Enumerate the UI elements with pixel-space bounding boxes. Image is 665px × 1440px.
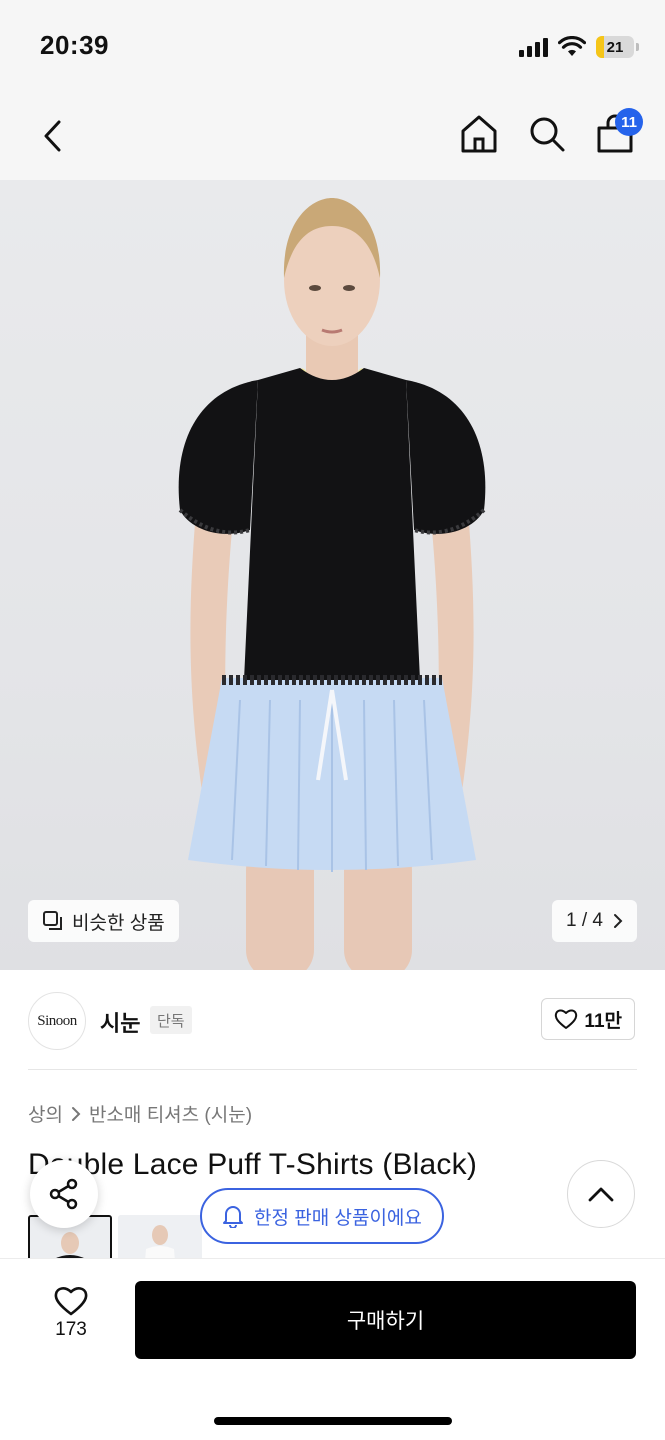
- battery-icon: 21: [596, 36, 634, 58]
- page-indicator-text: 1 / 4: [566, 910, 603, 931]
- cart-button[interactable]: 11: [595, 108, 643, 156]
- breadcrumb-category[interactable]: 상의: [28, 1100, 63, 1127]
- product-photo: [178, 198, 486, 970]
- battery-level: 21: [606, 38, 624, 56]
- similar-products-button[interactable]: 비슷한 상품: [28, 900, 179, 942]
- scroll-top-button[interactable]: [567, 1160, 635, 1228]
- search-icon: [530, 117, 565, 152]
- cellular-signal-icon: [519, 37, 548, 57]
- back-button[interactable]: [32, 114, 72, 158]
- home-icon: [461, 115, 497, 153]
- home-indicator: [214, 1417, 452, 1425]
- brand-like-button[interactable]: 11만: [541, 998, 635, 1040]
- chevron-left-icon: [44, 120, 61, 152]
- product-title: Double Lace Puff T-Shirts (Black): [28, 1148, 478, 1181]
- brand-like-count: 11만: [584, 1010, 622, 1032]
- breadcrumb: 상의 반소매 티셔츠 (시눈): [28, 1100, 252, 1127]
- wifi-icon: [558, 36, 586, 56]
- buy-button[interactable]: 구매하기: [135, 1281, 636, 1359]
- limited-sale-notice[interactable]: 한정 판매 상품이에요: [200, 1188, 444, 1244]
- bell-icon: [223, 1206, 243, 1228]
- share-button[interactable]: [30, 1160, 98, 1228]
- status-bar: 20:39 21: [0, 0, 665, 92]
- brand-logo[interactable]: Sinoon: [28, 992, 86, 1050]
- bottom-purchase-bar: 173 구매하기: [0, 1258, 665, 1440]
- brand-row: Sinoon 시눈 단독 11만: [0, 970, 665, 1070]
- product-image-carousel[interactable]: 비슷한 상품 1 / 4: [0, 180, 665, 970]
- heart-icon: [54, 1287, 88, 1316]
- exclusive-badge: 단독: [150, 1006, 192, 1034]
- chevron-up-icon: [588, 1187, 614, 1202]
- search-button[interactable]: [527, 112, 567, 156]
- top-nav: 11: [0, 92, 665, 180]
- chevron-right-icon: [614, 914, 623, 928]
- chevron-right-icon: [71, 1106, 81, 1121]
- status-time: 20:39: [40, 30, 109, 60]
- similar-products-label: 비슷한 상품: [72, 912, 165, 934]
- wishlist-count: 173: [55, 1319, 87, 1340]
- battery-tip: [636, 43, 639, 51]
- limited-sale-label: 한정 판매 상품이에요: [254, 1207, 422, 1229]
- brand-name[interactable]: 시눈: [100, 1006, 140, 1038]
- home-button[interactable]: [459, 112, 499, 156]
- section-divider: [28, 1069, 637, 1070]
- status-icons: 21: [519, 36, 639, 58]
- share-icon: [49, 1178, 78, 1210]
- heart-icon: [555, 1009, 578, 1029]
- similar-items-icon: [43, 911, 62, 930]
- image-page-indicator[interactable]: 1 / 4: [552, 900, 637, 942]
- cart-count-badge: 11: [615, 108, 643, 136]
- breadcrumb-subcategory[interactable]: 반소매 티셔츠 (시눈): [89, 1100, 252, 1127]
- brand-logo-text: Sinoon: [37, 1012, 77, 1029]
- wishlist-button[interactable]: 173: [40, 1285, 102, 1341]
